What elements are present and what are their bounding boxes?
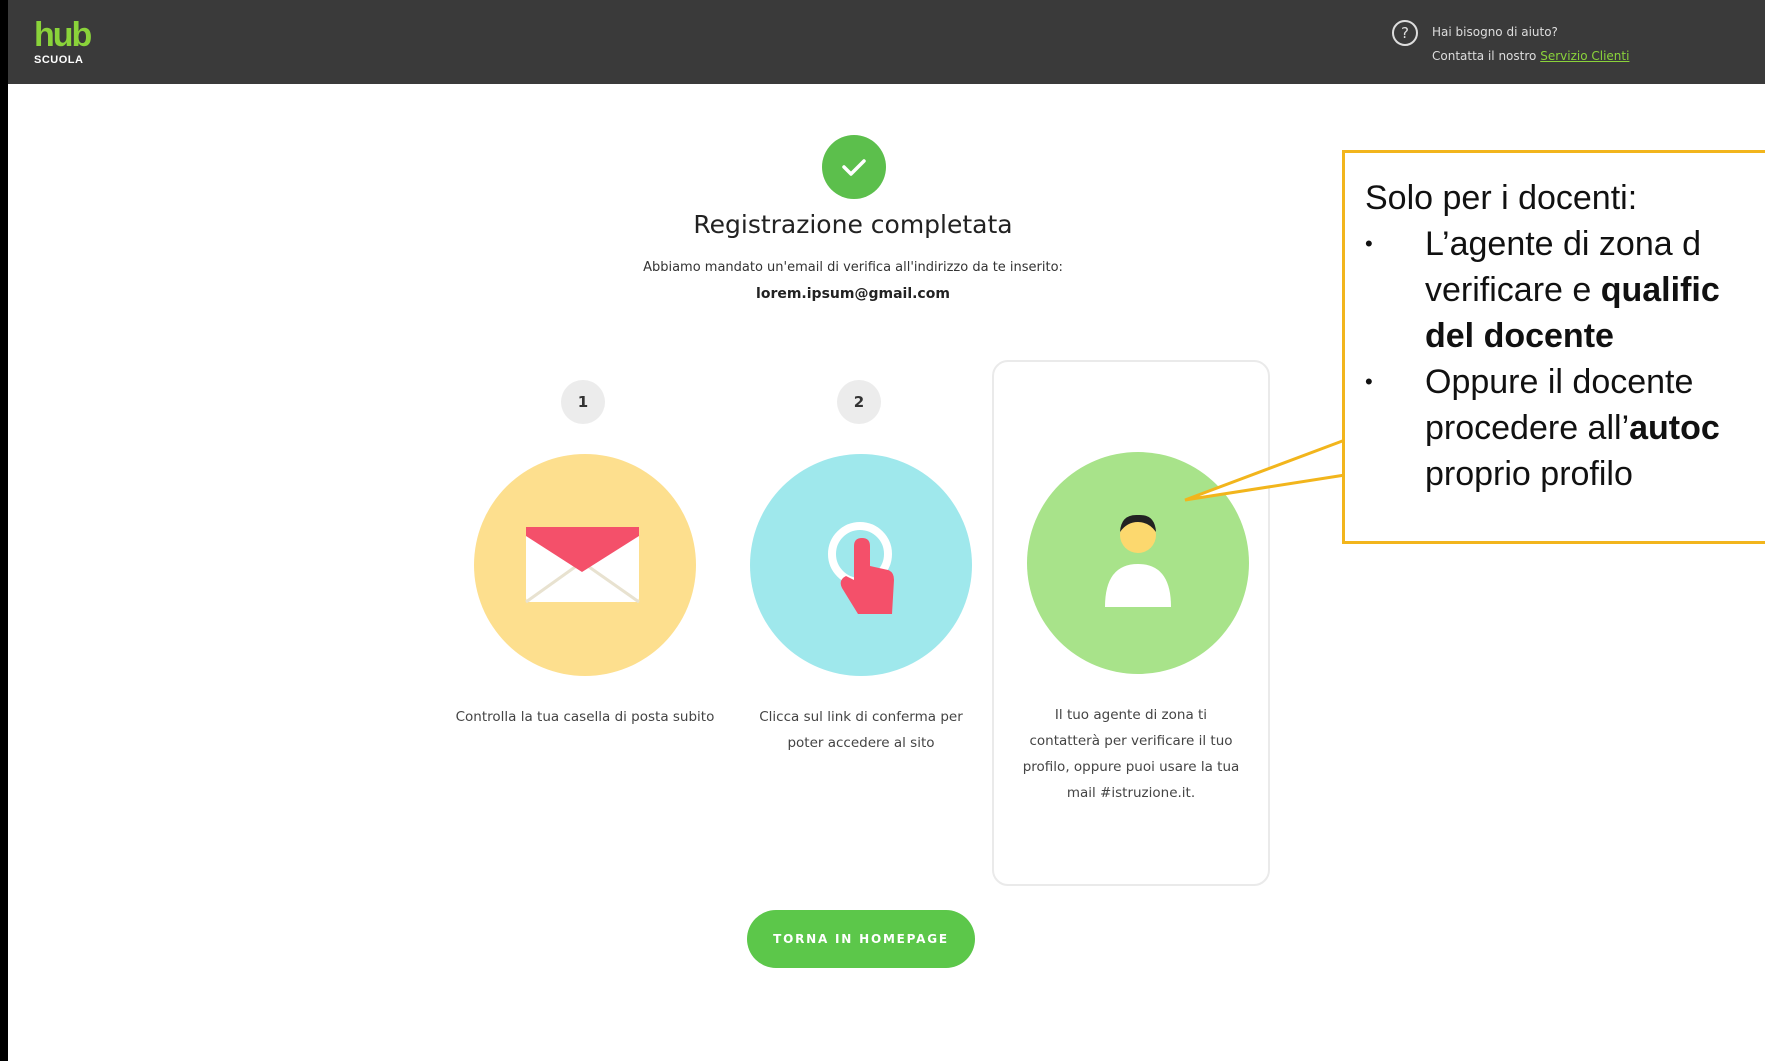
callout-b2-line1: Oppure il docente [1425,363,1694,401]
step-1-number: 1 [561,380,605,424]
callout-b2-bold: autoc [1629,409,1720,447]
help-icon: ? [1392,20,1418,46]
help-line1: Hai bisogno di aiuto? [1432,25,1558,39]
help-line2: Contatta il nostro Servizio Clienti [1432,44,1629,68]
hub-scuola-logo[interactable]: hub SCUOLA [34,16,92,66]
registered-email: lorem.ipsum@gmail.com [756,286,950,302]
callout-b1-line2: verificare e [1425,271,1601,309]
callout-b2-line3: proprio profilo [1425,455,1633,493]
envelope-icon [525,527,640,604]
step-1-circle [474,454,696,676]
user-icon [1105,514,1171,607]
callout-bullet-1: • L’agente di zona d verificare e qualif… [1365,221,1765,359]
callout-bullet-2: • Oppure il docente procedere all’autoc … [1365,359,1765,497]
success-check-icon [822,135,886,199]
step-2-circle [750,454,972,676]
step-3-text: Il tuo agente di zona ti contatterà per … [1022,707,1240,801]
help-box: ? Hai bisogno di aiuto? Contatta il nost… [1392,20,1629,68]
logo-sub: SCUOLA [34,54,84,66]
callout-b2-line2: procedere all’ [1425,409,1630,447]
help-line2-prefix: Contatta il nostro [1432,49,1537,63]
callout-heading: Solo per i docenti: [1365,179,1638,217]
back-to-homepage-button[interactable]: TORNA IN HOMEPAGE [747,910,975,968]
step-2-number: 2 [837,380,881,424]
logo-main: hub [34,16,92,54]
click-icon [828,522,894,614]
step-1-text: Controlla la tua casella di posta subito [455,709,715,725]
callout-b1-line3: del docente [1425,317,1614,355]
help-text: Hai bisogno di aiuto? Contatta il nostro… [1432,20,1629,68]
verification-message: Abbiamo mandato un'email di verifica all… [643,260,1063,275]
callout-b1-line1: L’agente di zona d [1425,225,1702,263]
teacher-callout: Solo per i docenti: • L’agente di zona d… [1342,150,1765,544]
callout-b1-bold: qualific [1600,271,1720,309]
top-bar: hub SCUOLA ? Hai bisogno di aiuto? Conta… [8,0,1765,84]
bullet-dot: • [1365,369,1373,394]
bullet-dot: • [1365,231,1373,256]
step-3-circle [1027,452,1249,674]
page-title: Registrazione completata [693,210,1013,239]
step-2-text: Clicca sul link di conferma per poter ac… [759,709,963,751]
customer-service-link[interactable]: Servizio Clienti [1540,49,1629,63]
